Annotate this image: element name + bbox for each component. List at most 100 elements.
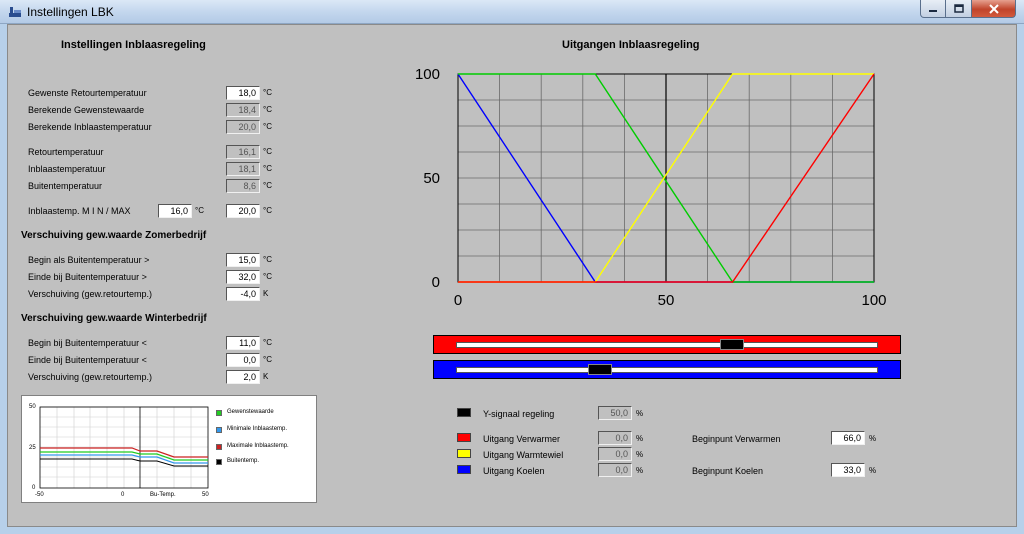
unit-label: %: [636, 409, 644, 418]
row-label: Einde bij Buitentemperatuur >: [28, 272, 147, 282]
unit-label: °C: [263, 255, 272, 264]
x-tick-label: 50: [658, 292, 675, 309]
slider-thumb[interactable]: [588, 364, 612, 375]
supply-max-field[interactable]: 20,0: [226, 204, 260, 218]
unit-label: %: [869, 466, 877, 475]
unit-label: %: [636, 466, 644, 475]
cooling-output-field: 0,0: [598, 463, 632, 477]
begin-cooling-label: Beginpunt Koelen: [692, 466, 764, 476]
title-bar: Instellingen LBK: [0, 0, 1024, 24]
summer-begin-field[interactable]: 15,0: [226, 253, 260, 267]
begin-heating-label: Beginpunt Verwarmen: [692, 434, 781, 444]
heater-output-field: 0,0: [598, 431, 632, 445]
row-label: Gewenste Retourtemperatuur: [28, 88, 147, 98]
output-label: Uitgang Koelen: [483, 466, 545, 476]
unit-label: °C: [263, 105, 272, 114]
unit-label: °C: [263, 206, 272, 215]
legend-swatch-min: [216, 427, 222, 433]
legend-label: Buitentemp.: [227, 458, 260, 464]
setpoint-mini-chart: 50 25 0 -50 0 Bu-Temp. 50 Gewenstewaarde…: [21, 395, 317, 503]
summer-header: Verschuiving gew.waarde Zomerbedrijf: [21, 230, 207, 241]
output-label: Y-signaal regeling: [483, 409, 555, 419]
x-tick-label: 100: [861, 292, 886, 309]
legend-swatch-setpoint: [216, 410, 222, 416]
minimize-icon: [929, 9, 937, 12]
unit-label: %: [869, 434, 877, 443]
unit-label: K: [263, 289, 269, 298]
ysignal-swatch: [457, 408, 471, 417]
legend-swatch-max: [216, 444, 222, 450]
row-label: Einde bij Buitentemperatuur <: [28, 355, 147, 365]
summer-end-field[interactable]: 32,0: [226, 270, 260, 284]
minmax-label: Inblaastemp. M I N / MAX: [28, 206, 131, 216]
row-label: Buitentemperatuur: [28, 181, 103, 191]
row-label: Begin als Buitentemperatuur >: [28, 255, 150, 265]
begin-cooling-field[interactable]: 33,0: [831, 463, 865, 477]
row-label: Inblaastemperatuur: [28, 164, 106, 174]
heating-slider[interactable]: [433, 335, 901, 354]
supply-temp-field: 18,1: [226, 162, 260, 176]
slider-thumb[interactable]: [720, 339, 744, 350]
outside-temp-field: 8,6: [226, 179, 260, 193]
window-title: Instellingen LBK: [27, 5, 114, 19]
legend-label: Gewenstewaarde: [227, 409, 274, 415]
chart-title: Uitgangen Inblaasregeling: [562, 39, 700, 51]
cooling-slider[interactable]: [433, 360, 901, 379]
row-label: Verschuiving (gew.retourtemp.): [28, 372, 153, 382]
mini-y-tick: 25: [29, 445, 36, 451]
slider-track: [456, 367, 878, 373]
mini-x-tick: -50: [35, 492, 44, 498]
unit-label: °C: [263, 164, 272, 173]
mini-y-tick: 0: [32, 485, 36, 491]
row-label: Berekende Gewenstewaarde: [28, 105, 145, 115]
y-tick-label: 100: [415, 66, 440, 83]
unit-label: %: [636, 450, 644, 459]
calc-setpoint-field: 18,4: [226, 103, 260, 117]
unit-label: °C: [263, 122, 272, 131]
mini-y-tick: 50: [29, 404, 36, 410]
winter-header: Verschuiving gew.waarde Winterbedrijf: [21, 313, 207, 324]
unit-label: °C: [263, 355, 272, 364]
supply-min-field[interactable]: 16,0: [158, 204, 192, 218]
unit-label: °C: [263, 338, 272, 347]
row-label: Berekende Inblaastemperatuur: [28, 122, 152, 132]
slider-track: [456, 342, 878, 348]
minimize-button[interactable]: [920, 0, 946, 18]
row-label: Begin bij Buitentemperatuur <: [28, 338, 147, 348]
unit-label: °C: [195, 206, 204, 215]
output-chart: 100 50 00 50 100: [415, 66, 887, 309]
begin-heating-field[interactable]: 66,0: [831, 431, 865, 445]
return-temp-field: 16,1: [226, 145, 260, 159]
maximize-button[interactable]: [946, 0, 972, 18]
main-panel: Instellingen Inblaasregeling Gewenste Re…: [7, 24, 1017, 527]
legend-label: Maximale Inblaastemp.: [227, 443, 289, 449]
desired-return-temp-field[interactable]: 18,0: [226, 86, 260, 100]
close-button[interactable]: [972, 0, 1016, 18]
x-tick-label: 0: [454, 292, 462, 309]
unit-label: °C: [263, 88, 272, 97]
output-label: Uitgang Warmtewiel: [483, 450, 564, 460]
unit-label: %: [636, 434, 644, 443]
mini-x-tick: Bu-Temp.: [150, 492, 176, 498]
mini-x-tick: 0: [121, 492, 125, 498]
y-tick-label: 0: [432, 274, 440, 291]
settings-header: Instellingen Inblaasregeling: [61, 39, 206, 51]
legend-swatch-outside: [216, 459, 222, 465]
app-icon: [9, 7, 21, 17]
cooling-swatch: [457, 465, 471, 474]
row-label: Verschuiving (gew.retourtemp.): [28, 289, 153, 299]
unit-label: °C: [263, 272, 272, 281]
winter-end-field[interactable]: 0,0: [226, 353, 260, 367]
ysignal-field: 50,0: [598, 406, 632, 420]
winter-shift-field[interactable]: 2,0: [226, 370, 260, 384]
winter-begin-field[interactable]: 11,0: [226, 336, 260, 350]
calc-supply-temp-field: 20,0: [226, 120, 260, 134]
y-tick-label: 50: [423, 170, 440, 187]
wheel-swatch: [457, 449, 471, 458]
unit-label: °C: [263, 181, 272, 190]
unit-label: °C: [263, 147, 272, 156]
unit-label: K: [263, 372, 269, 381]
summer-shift-field[interactable]: -4,0: [226, 287, 260, 301]
heater-swatch: [457, 433, 471, 442]
mini-x-tick: 50: [202, 492, 209, 498]
